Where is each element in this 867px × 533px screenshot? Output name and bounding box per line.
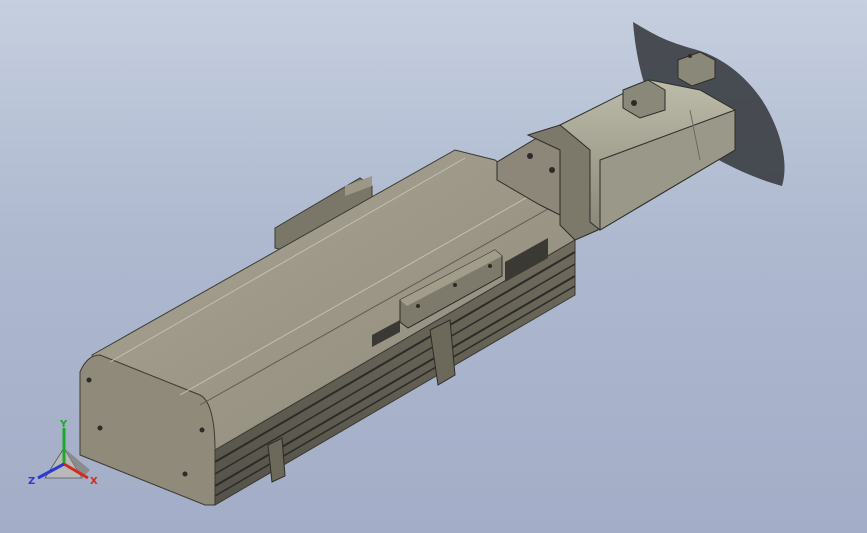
orientation-triad[interactable]: Y X Z (20, 418, 110, 496)
x-axis-label: X (90, 476, 98, 487)
graphics-viewport[interactable]: Y X Z (0, 0, 867, 533)
cad-model-scene[interactable] (0, 0, 867, 533)
z-axis-label: Z (28, 476, 35, 487)
front-clamp (267, 437, 286, 483)
y-axis-label: Y (59, 419, 68, 430)
